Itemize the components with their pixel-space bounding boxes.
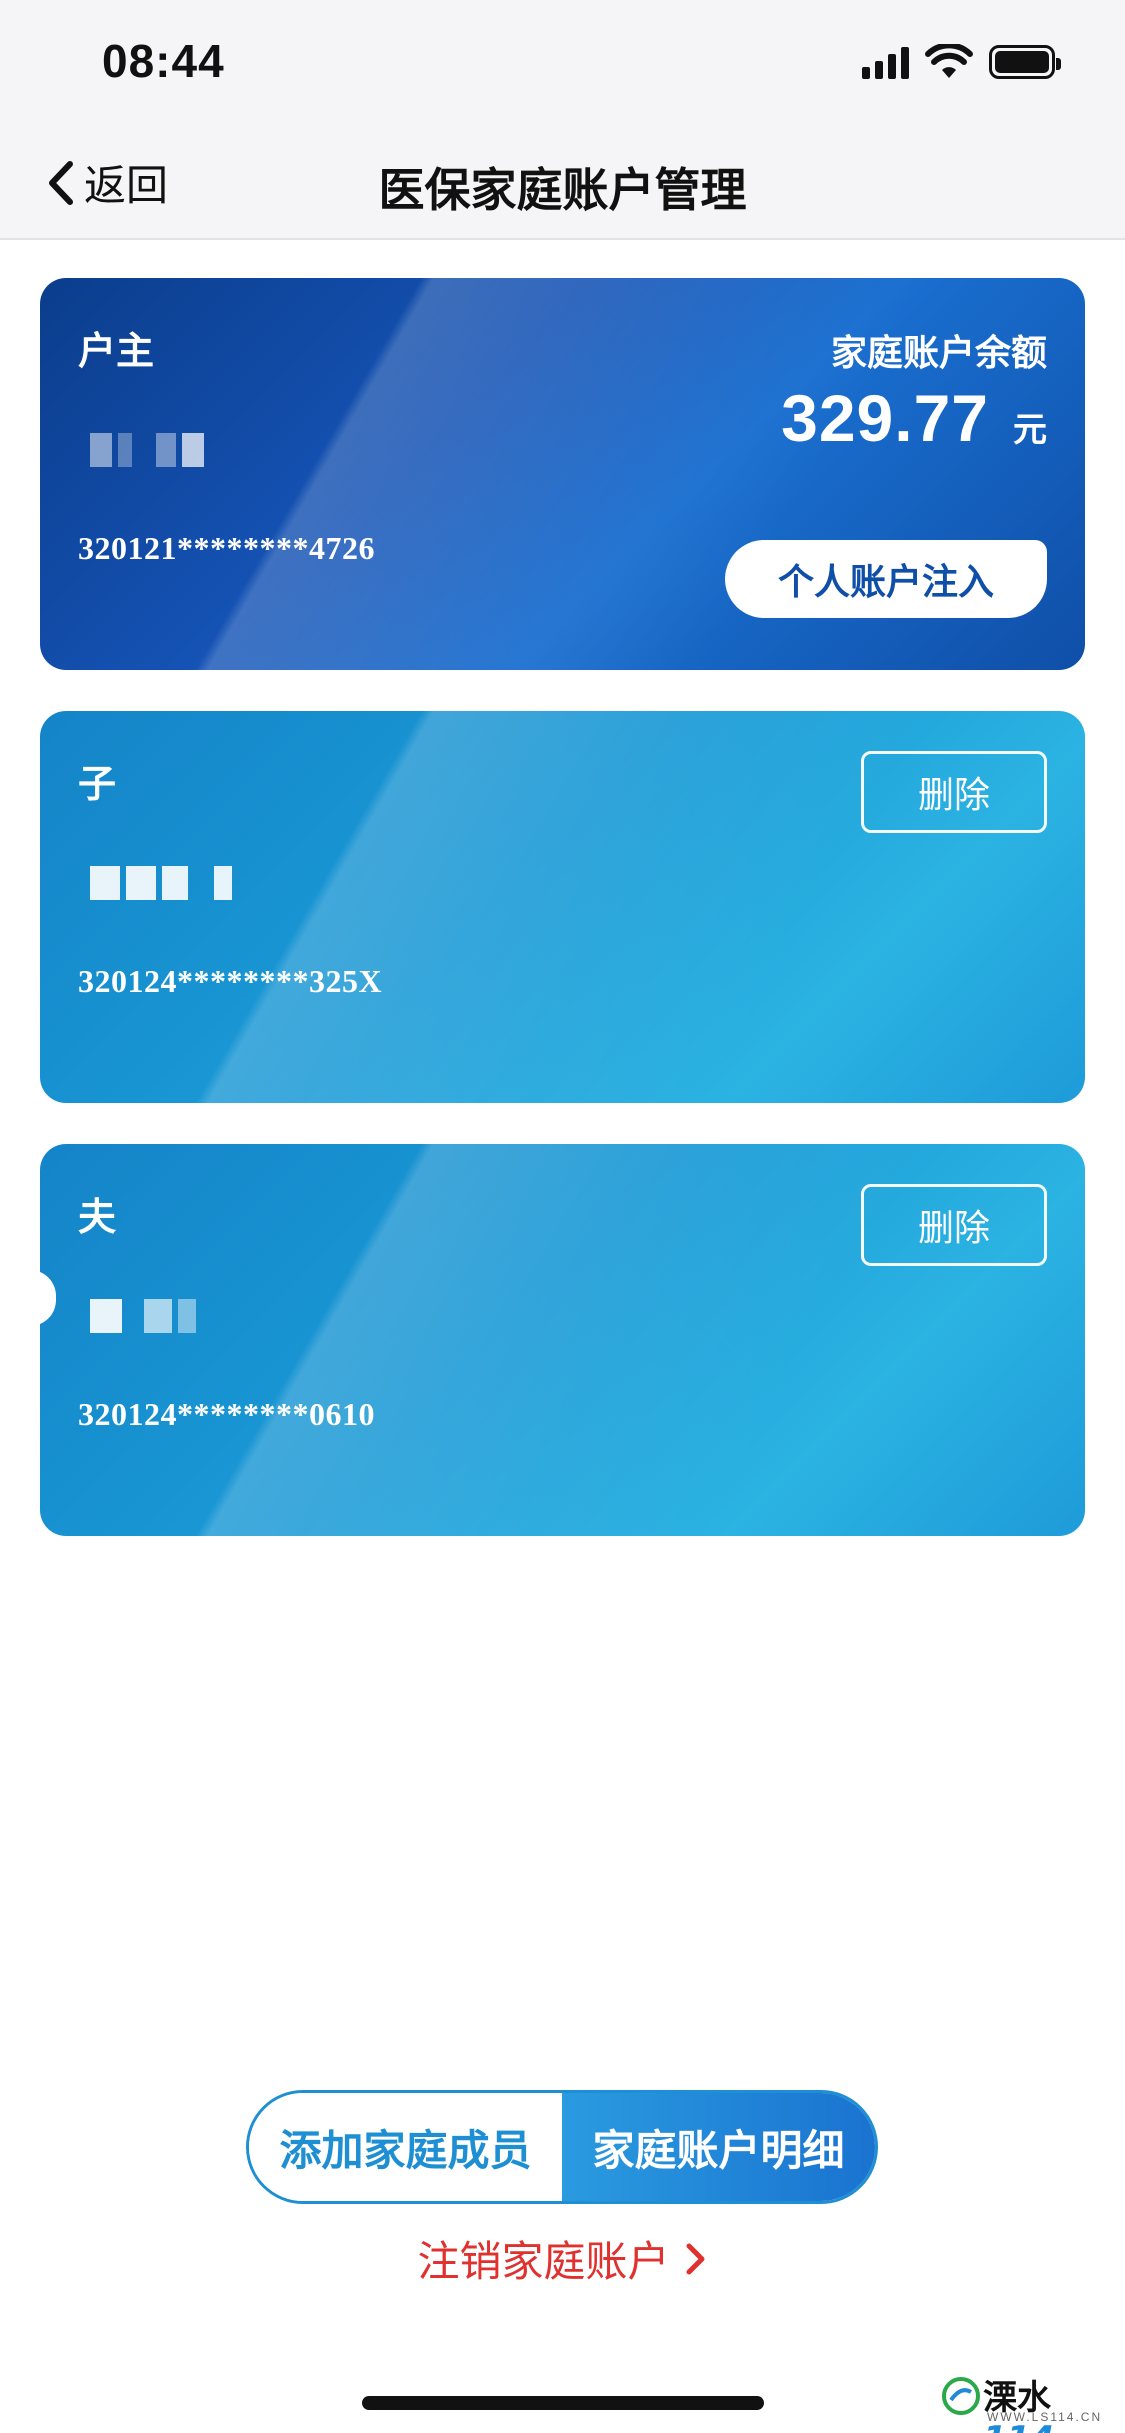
masked-name: [90, 1296, 196, 1336]
family-account-detail-button[interactable]: 家庭账户明细: [562, 2093, 875, 2201]
id-number: 320124********0610: [78, 1396, 375, 1432]
watermark-logo-icon: [942, 2377, 980, 2415]
cancel-family-account-link[interactable]: 注销家庭账户: [0, 2228, 1125, 2289]
add-family-member-button[interactable]: 添加家庭成员: [249, 2093, 562, 2201]
owner-account-card: 户主 320121********4726 家庭账户余额 329.77 元 个人…: [40, 278, 1085, 670]
balance-value: 329.77: [781, 381, 989, 455]
chevron-right-icon: [686, 2243, 704, 2274]
battery-icon: [989, 45, 1061, 79]
member-card-husband: 夫 320124********0610 删除: [40, 1144, 1085, 1536]
id-number: 320121********4726: [78, 530, 375, 566]
id-number: 320124********325X: [78, 963, 383, 999]
member-role: 夫: [78, 1195, 117, 1239]
home-indicator: [362, 2396, 764, 2410]
masked-name: [90, 863, 232, 903]
status-bar: 08:44: [0, 0, 1125, 130]
status-icons: [862, 44, 1061, 80]
member-role: 子: [78, 762, 117, 806]
personal-account-inject-button[interactable]: 个人账户注入: [725, 540, 1047, 618]
watermark-domain: WWW.LS114.CN: [987, 2410, 1103, 2424]
bottom-action-group: 添加家庭成员 家庭账户明细: [246, 2090, 878, 2204]
site-watermark: 溧水114 WWW.LS114.CN: [937, 2370, 1117, 2433]
member-card-child: 子 320124********325X 删除: [40, 711, 1085, 1103]
delete-member-button[interactable]: 删除: [861, 751, 1047, 833]
nav-bar: 返回 医保家庭账户管理: [0, 130, 1125, 240]
status-time: 08:44: [102, 35, 225, 87]
cellular-signal-icon: [862, 45, 909, 79]
cancel-family-account-label: 注销家庭账户: [417, 2237, 670, 2286]
balance-unit: 元: [1013, 410, 1047, 450]
balance-amount: 329.77 元: [781, 380, 1047, 456]
delete-member-button[interactable]: 删除: [861, 1184, 1047, 1266]
wifi-icon: [925, 44, 973, 78]
balance-label: 家庭账户余额: [830, 333, 1047, 374]
masked-name: [90, 430, 204, 470]
page-title: 医保家庭账户管理: [378, 163, 747, 217]
member-role: 户主: [78, 329, 155, 373]
